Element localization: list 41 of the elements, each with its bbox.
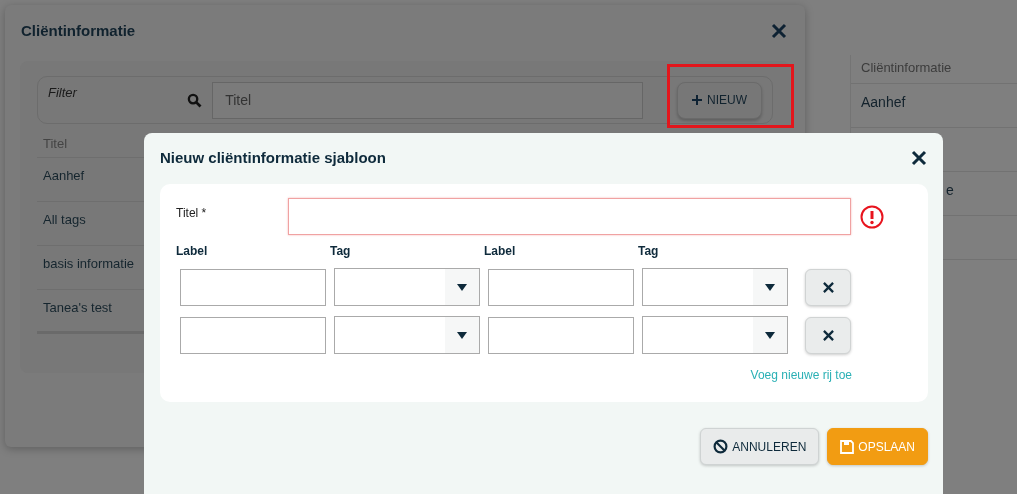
add-row-link[interactable]: Voeg nieuwe rij toe	[750, 368, 852, 382]
table-cell: Tanea's test	[43, 300, 112, 315]
search-icon	[187, 92, 203, 108]
tag-dropdown[interactable]	[642, 316, 788, 354]
cancel-button[interactable]: ANNULEREN	[700, 428, 820, 465]
remove-button[interactable]	[805, 316, 851, 354]
tag-dropdown[interactable]	[642, 268, 788, 306]
filter-label: Filter	[48, 85, 79, 100]
forbidden-icon	[713, 439, 729, 454]
table-cell: Aanhef	[861, 94, 906, 110]
column-header: Label	[484, 244, 517, 258]
label-field[interactable]	[180, 268, 326, 306]
caret-icon	[457, 331, 467, 339]
table-cell: basis informatie	[43, 256, 135, 271]
new-button[interactable]: NIEUW	[677, 81, 762, 119]
title-field[interactable]	[288, 198, 851, 235]
table-cell: e	[946, 182, 954, 198]
close-icon	[822, 329, 834, 341]
column-header: Tag	[330, 244, 352, 258]
error-icon	[860, 204, 884, 229]
table-cell: All tags	[43, 212, 86, 227]
tag-dropdown[interactable]	[334, 316, 480, 354]
table-cell: Aanhef	[43, 168, 85, 183]
label-field[interactable]	[180, 316, 326, 354]
column-header: Tag	[638, 244, 660, 258]
plus-icon	[692, 95, 702, 105]
column-header: Cliëntinformatie	[851, 55, 1017, 84]
close-icon	[822, 281, 834, 293]
caret-icon	[765, 331, 775, 339]
field-label: Titel *	[176, 206, 208, 220]
save-button[interactable]: OPSLAAN	[827, 428, 928, 465]
caret-icon	[765, 283, 775, 291]
dialog-title: Cliëntinformatie	[21, 22, 136, 39]
tag-dropdown[interactable]	[334, 268, 480, 306]
remove-button[interactable]	[805, 268, 851, 306]
label-field[interactable]	[488, 268, 634, 306]
close-icon[interactable]	[911, 149, 927, 166]
column-header: Label	[176, 244, 209, 258]
search-field[interactable]: Titel	[212, 81, 643, 119]
label-field[interactable]	[488, 316, 634, 354]
caret-icon	[457, 283, 467, 291]
